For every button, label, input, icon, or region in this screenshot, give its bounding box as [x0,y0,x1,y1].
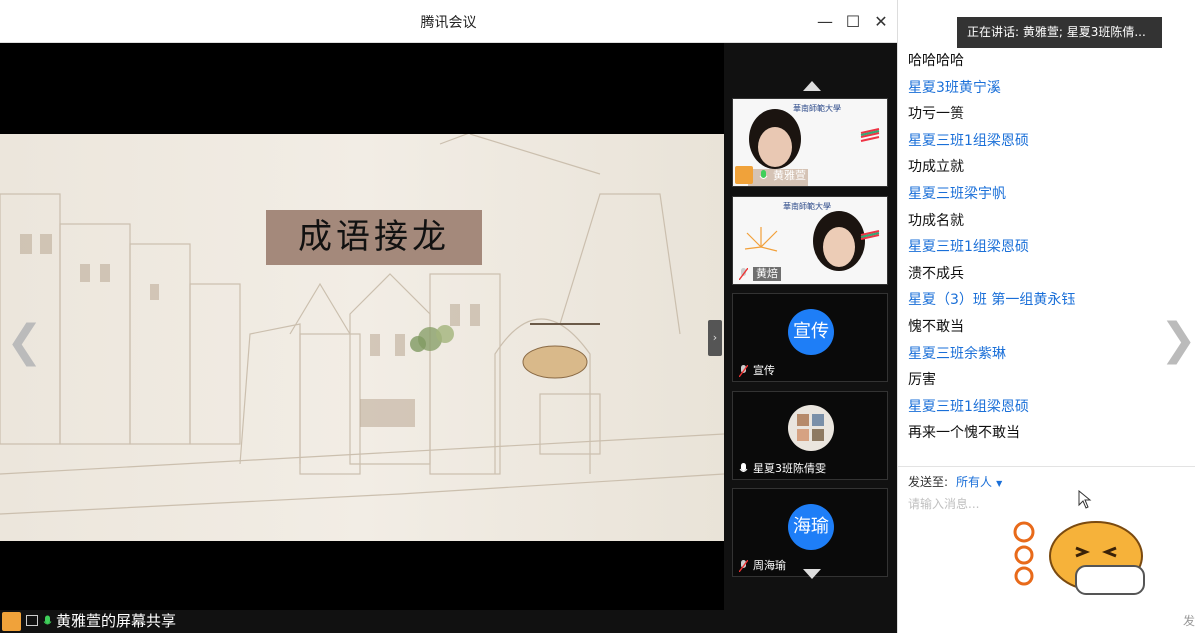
microphone-muted-icon [739,268,748,280]
send-to-target[interactable]: 所有人 [956,475,992,489]
shared-screen-stage: ❮ 成语接龙 › [0,43,724,610]
participant-avatar: 宣传 [788,309,834,355]
chat-message-text: 溃不成兵 [908,265,964,282]
chat-message-text: 愧不敢当 [908,318,964,335]
chat-message-input[interactable] [908,494,1178,514]
minimize-button[interactable]: — [815,10,835,34]
chat-message-text: 功成立就 [908,159,964,176]
window-title-bar: 腾讯会议 — ☐ ✕ [0,0,897,43]
window-title: 腾讯会议 [420,15,477,31]
chat-message-sender: 星夏3班黄宁溪 [908,79,1001,96]
mouse-cursor-icon [1078,490,1092,509]
participant-photo [788,405,834,451]
user-icon [2,612,21,631]
participant-tile[interactable]: 星夏3班陈倩雯 [732,391,888,480]
screen-share-label: 黄雅萱的屏幕共享 [56,612,177,630]
chat-message-list: 哈哈哈哈 星夏3班黄宁溪 功亏一篑 星夏三班1组梁恩硕 功成立就 星夏三班梁宇帆… [908,48,1188,447]
close-button[interactable]: ✕ [871,10,891,34]
slide-background-illustration [0,134,724,541]
participant-name: 黄焙 [753,267,781,281]
user-icon [735,166,753,184]
maximize-button[interactable]: ☐ [843,10,863,34]
participant-name: 宣传 [753,364,775,377]
participant-tile[interactable]: 華南師範大學 黄雅萱 [732,98,888,187]
participant-tile[interactable]: 華南師範大學 黄焙 [732,196,888,285]
chat-message-sender: 星夏三班梁宇帆 [908,185,1006,202]
participant-tile[interactable]: 宣传 宣传 [732,293,888,382]
scroll-down-arrow[interactable] [803,569,821,579]
shared-slide: ❮ [0,134,724,541]
svg-text:華南師範大學: 華南師範大學 [783,201,831,211]
participant-name: 黄雅萱 [773,169,806,182]
dropdown-caret-icon[interactable]: ▼ [996,479,1002,488]
chat-message-sender: 星夏三班1组梁恩硕 [908,239,1029,256]
chat-message-text: 功成名就 [908,212,964,229]
participant-name: 星夏3班陈倩雯 [753,462,826,475]
collapse-participants-toggle[interactable]: › [708,320,722,356]
svg-text:華南師範大學: 華南師範大學 [793,103,841,113]
send-button[interactable]: 发 [1183,612,1195,629]
microphone-muted-icon [739,365,748,377]
scroll-up-arrow[interactable] [803,81,821,91]
chat-message-sender: 星夏三班1组梁恩硕 [908,398,1029,415]
chat-divider [898,466,1195,467]
bottom-status-bar: 黄雅萱的屏幕共享 [0,610,897,633]
send-to-label: 发送至: [908,475,949,489]
chat-message-sender: 星夏三班余紫琳 [908,345,1006,362]
sticker-image [1013,521,1145,595]
chat-message-sender: 星夏（3）班 第一组黄永钰 [908,292,1076,309]
participant-list: 華南師範大學 黄雅萱 華南師範大學 黄焙 宣传 宣传 星夏3班陈倩雯 海瑜 周海… [724,43,897,610]
participant-avatar: 海瑜 [788,504,834,550]
chat-message-sender: 星夏三班1组梁恩硕 [908,132,1029,149]
microphone-icon [43,615,52,625]
slide-title: 成语接龙 [266,210,482,265]
send-to-selector[interactable]: 发送至: 所有人 ▼ [908,473,1002,493]
chat-panel: 哈哈哈哈 星夏3班黄宁溪 功亏一篑 星夏三班1组梁恩硕 功成立就 星夏三班梁宇帆… [897,0,1195,633]
speaking-indicator: 正在讲话: 黄雅萱; 星夏3班陈倩... [957,17,1162,48]
participant-tile[interactable]: 海瑜 周海瑜 [732,488,888,577]
participant-video: 華南師範大學 [733,99,887,186]
microphone-muted-icon [739,560,748,572]
microphone-icon [739,463,748,472]
chat-message-text: 厉害 [908,372,936,389]
chat-message-text: 哈哈哈哈 [908,53,964,69]
screen-share-icon [26,615,38,626]
participant-name: 周海瑜 [753,559,786,572]
next-page-arrow[interactable]: ❯ [1160,318,1195,362]
microphone-icon [759,170,768,179]
chat-message-text: 再来一个愧不敢当 [908,425,1020,442]
chat-message-text: 功亏一篑 [908,106,964,123]
previous-page-arrow[interactable]: ❮ [6,320,43,364]
